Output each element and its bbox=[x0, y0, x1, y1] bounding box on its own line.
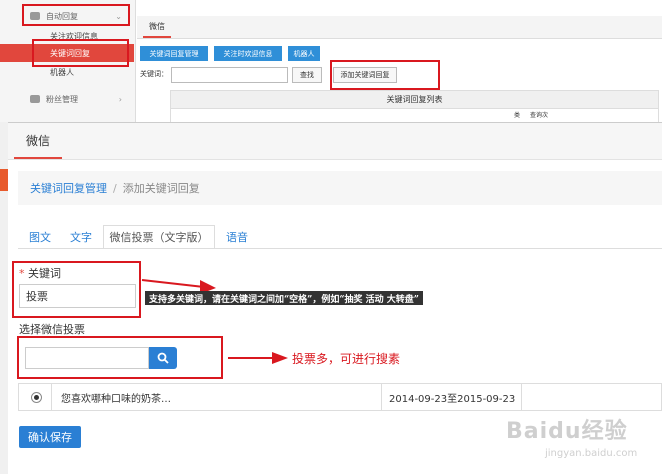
red-arrow-icon bbox=[228, 352, 288, 364]
list-col-type: 类 bbox=[514, 112, 521, 119]
breadcrumb: 关键词回复管理 / 添加关键词回复 bbox=[18, 171, 662, 205]
keyword-hint-note: 支持多关键词，请在关键词之间加“空格”，例如“抽奖 活动 大转盘” bbox=[145, 291, 423, 305]
breadcrumb-separator: / bbox=[113, 181, 117, 195]
sidebar-group-fans[interactable]: 粉丝管理 › bbox=[22, 90, 130, 108]
vote-table: 您喜欢哪种口味的奶茶… 2014-09-23至2015-09-23 bbox=[18, 383, 662, 411]
table-row-empty bbox=[521, 384, 661, 410]
table-row-radio-cell bbox=[25, 384, 47, 410]
highlight-box-search bbox=[17, 336, 223, 379]
panel-title-bar bbox=[8, 123, 662, 160]
highlight-box-keyword bbox=[12, 261, 141, 318]
top-keyword-label: 关键词： bbox=[140, 70, 168, 78]
tab-wechat-vote[interactable]: 微信投票（文字版） bbox=[103, 225, 215, 249]
breadcrumb-link-keyword-manage[interactable]: 关键词回复管理 bbox=[30, 180, 107, 196]
keyword-reply-manage-button[interactable]: 关键词回复管理 bbox=[140, 46, 208, 61]
vote-radio[interactable] bbox=[30, 391, 42, 403]
table-row-title: 您喜欢哪种口味的奶茶… bbox=[51, 384, 381, 410]
sidebar-item-robot[interactable]: 机器人 bbox=[0, 63, 134, 81]
select-vote-label: 选择微信投票 bbox=[19, 323, 85, 336]
sidebar-group-label: 粉丝管理 bbox=[46, 94, 78, 104]
tabs-divider bbox=[18, 248, 662, 249]
highlight-box-add-button bbox=[330, 60, 440, 90]
tab-wechat[interactable]: 微信 bbox=[14, 123, 62, 159]
highlight-box-auto-reply bbox=[22, 4, 130, 26]
breadcrumb-current: 添加关键词回复 bbox=[122, 182, 200, 195]
welcome-message-button[interactable]: 关注时欢迎信息 bbox=[214, 46, 282, 61]
top-tab-bar bbox=[137, 16, 662, 39]
list-header-row: 类 查询次 bbox=[170, 107, 659, 122]
users-icon bbox=[30, 95, 40, 103]
tab-text[interactable]: 文字 bbox=[63, 225, 99, 249]
list-col-query-count: 查询次 bbox=[530, 112, 549, 119]
robot-button[interactable]: 机器人 bbox=[288, 46, 320, 61]
confirm-save-button[interactable]: 确认保存 bbox=[19, 426, 81, 448]
tab-image-text[interactable]: 图文 bbox=[21, 225, 59, 249]
top-keyword-input[interactable] bbox=[171, 67, 288, 83]
watermark-url: jingyan.baidu.com bbox=[545, 448, 638, 459]
tab-wechat-top[interactable]: 微信 bbox=[143, 16, 171, 38]
table-row-period: 2014-09-23至2015-09-23 bbox=[381, 384, 521, 410]
sidebar-item-label: 机器人 bbox=[50, 67, 74, 77]
baidu-watermark: Baidu经验 bbox=[506, 419, 628, 444]
left-nav-strip bbox=[0, 122, 8, 474]
radio-selected-dot bbox=[33, 394, 39, 400]
tab-voice[interactable]: 语音 bbox=[219, 225, 255, 249]
nav-active-marker bbox=[0, 169, 8, 191]
top-search-button[interactable]: 查找 bbox=[292, 67, 322, 83]
chevron-right-icon: › bbox=[118, 94, 122, 104]
search-annotation: 投票多，可进行搜素 bbox=[292, 352, 401, 366]
